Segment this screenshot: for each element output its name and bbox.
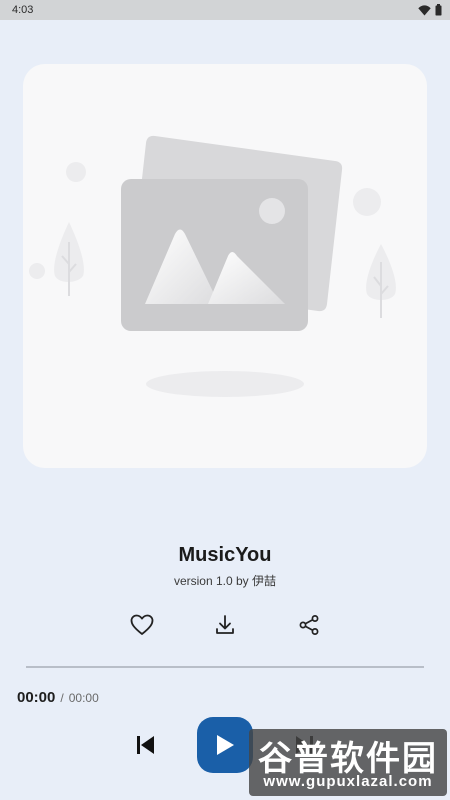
battery-icon bbox=[435, 4, 442, 16]
wifi-icon bbox=[418, 4, 431, 15]
image-placeholder-icon bbox=[29, 135, 396, 397]
previous-button[interactable] bbox=[131, 731, 159, 759]
share-button[interactable] bbox=[296, 612, 322, 638]
watermark: 谷普软件园 www.gupuxlazal.com bbox=[249, 729, 447, 796]
download-icon bbox=[216, 615, 234, 634]
current-time: 00:00 bbox=[17, 689, 56, 706]
status-icons bbox=[418, 4, 442, 16]
skip-previous-icon bbox=[137, 736, 154, 754]
heart-icon bbox=[130, 614, 154, 635]
time-separator: / bbox=[60, 691, 64, 705]
status-bar: 4:03 bbox=[0, 0, 450, 20]
total-time: 00:00 bbox=[68, 691, 99, 705]
play-button[interactable] bbox=[197, 717, 253, 773]
time-display: 00:00 / 00:00 bbox=[17, 689, 99, 706]
status-time: 4:03 bbox=[12, 4, 34, 16]
track-title: MusicYou bbox=[178, 544, 272, 566]
download-button[interactable] bbox=[212, 612, 238, 638]
album-artwork bbox=[23, 64, 427, 468]
watermark-url: www.gupuxlazal.com bbox=[263, 773, 433, 790]
track-subtitle: version 1.0 by 伊喆 bbox=[173, 574, 277, 588]
play-icon bbox=[217, 735, 234, 755]
share-icon bbox=[299, 615, 319, 635]
progress-slider[interactable] bbox=[26, 666, 424, 668]
favorite-button[interactable] bbox=[129, 612, 155, 638]
